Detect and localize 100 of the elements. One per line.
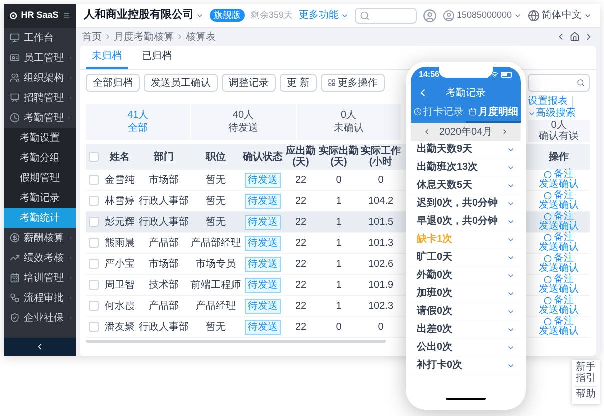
tab[interactable]: 已归档 [136,46,178,69]
circle-icon [544,297,552,305]
checkbox[interactable] [89,152,99,162]
sidebar-subitem[interactable]: 假期管理 [4,168,76,188]
toolbar-button[interactable]: 全部归档 [86,74,140,92]
sidebar-item[interactable]: 流程审批 [4,288,76,308]
toolbar-button[interactable]: 发送员工确认 [144,74,218,92]
sidebar-item[interactable]: 工作台 [4,28,76,48]
breadcrumb-item[interactable]: 月度考勤核算 [114,30,174,44]
battery-icon [501,72,513,78]
shield-icon [10,313,20,323]
table-cell-text: 金雪纯 [104,174,136,188]
sidebar-item[interactable]: 绩效考核 [4,248,76,268]
summary-text: 公出0次 [417,340,454,355]
breadcrumb-item[interactable]: 首页 [82,30,102,44]
breadcrumb-item[interactable]: 核算表 [186,30,216,44]
status-badge: 待发送 [245,298,281,314]
stat-filter[interactable]: 0人 未确认 [296,104,402,140]
user-icon[interactable] [422,8,437,22]
summary-row[interactable]: 公出0次 [411,339,521,357]
circle-icon [544,213,552,221]
sidebar-item[interactable]: 薪酬核算 [4,228,76,248]
table-cell-text: 暂无 [205,216,227,230]
summary-row[interactable]: 旷工0天 [411,249,521,267]
separator-icon [104,33,112,41]
summary-row[interactable]: 请假0次 [411,303,521,321]
summary-row[interactable]: 休息天数5天 [411,177,521,195]
column-header: 确认状态 [242,152,284,162]
summary-row[interactable]: 外勤0次 [411,267,521,285]
checkbox[interactable] [89,322,99,332]
summary-row[interactable]: 出勤天数9天 [411,141,521,159]
sidebar-subitem[interactable]: 考勤设置 [4,128,76,148]
table-cell-text: 0 [335,174,343,188]
table-cell-text: 101.3 [367,236,395,250]
checkbox[interactable] [89,301,99,311]
summary-row[interactable]: 迟到0次，共0分钟 [411,195,521,213]
sidebar-item[interactable]: 组织架构 [4,68,76,88]
help-link[interactable]: 帮助 [576,387,596,402]
home-icon[interactable] [570,32,580,42]
collapse-button[interactable] [4,338,76,356]
search-field[interactable] [355,8,417,24]
id-card-icon [10,53,20,63]
status-badge: 待发送 [245,278,281,292]
table-cell-text: 22 [294,194,308,208]
search-field[interactable] [528,74,590,92]
toolbar-button[interactable]: 调整记录 [222,74,276,92]
phone-notch [439,67,493,78]
table-cell-text: 1 [335,216,343,230]
user-menu[interactable]: 15085000000 [442,8,522,22]
checkbox[interactable] [89,217,99,227]
table-cell-text: 1 [335,258,343,272]
globe-icon [528,10,540,22]
stat-filter[interactable]: 40人 待发送 [191,104,297,140]
table-cell-text: 22 [294,300,308,314]
sidebar-subitem[interactable]: 考勤记录 [4,188,76,208]
table-cell-text: 严小宝 [104,258,136,272]
sidebar-item[interactable]: 招聘管理 [4,88,76,108]
table-cell-text: 产品部经理 [190,236,242,250]
circle-icon [544,276,552,284]
language-selector[interactable]: 简体中文 [528,8,592,23]
summary-row[interactable]: 早退0次，共0分钟 [411,213,521,231]
checkbox[interactable] [89,238,99,248]
summary-row[interactable]: 加班0次 [411,285,521,303]
summary-row[interactable]: 出差0次 [411,321,521,339]
sidebar-subitem[interactable]: 考勤分组 [4,148,76,168]
guide-link[interactable]: 新手指引 [575,362,597,387]
sidebar-item[interactable]: 员工管理 [4,48,76,68]
menu-icon[interactable] [62,11,70,21]
checkbox[interactable] [89,196,99,206]
column-header: 姓名 [108,152,131,162]
summary-text: 休息天数5天 [417,178,474,193]
table-cell-text: 0 [377,320,385,334]
status-badge: 待发送 [245,236,281,250]
table-cell-text: 1 [335,278,343,292]
chevron-down-icon [528,110,536,118]
sidebar-item[interactable]: 培训管理 [4,268,76,288]
phone-title: 考勤记录 [445,86,487,100]
coin-icon [10,233,20,243]
checkbox[interactable] [89,175,99,185]
scrollbar[interactable] [86,340,386,342]
summary-row[interactable]: 出勤班次13次 [411,159,521,177]
sidebar-item[interactable]: 企业社保 [4,308,76,328]
toolbar-button[interactable]: 更多操作 [320,74,385,92]
column-header: 应出勤(天) [285,146,317,168]
summary-row[interactable]: 补打卡0次 [411,357,521,375]
status-badge: 待发送 [245,320,281,334]
table-cell-text: 101.5 [367,216,395,230]
checkbox[interactable] [89,280,99,290]
summary-text: 外勤0次 [417,268,454,283]
table-cell-text: 何水霞 [104,300,136,314]
checkbox[interactable] [89,259,99,269]
toolbar-button[interactable]: 更 新 [280,74,317,92]
monitor-icon [10,33,20,43]
sidebar-item[interactable]: 考勤管理 [4,108,76,128]
people-icon [10,73,20,83]
table-cell-text: 周卫智 [104,278,136,292]
circle-icon [544,192,552,200]
stat-filter[interactable]: 0人 确认有误 [528,120,590,142]
company-selector[interactable]: 人和商业控股有限公司 [84,7,204,24]
summary-text: 出勤天数9天 [417,142,474,157]
